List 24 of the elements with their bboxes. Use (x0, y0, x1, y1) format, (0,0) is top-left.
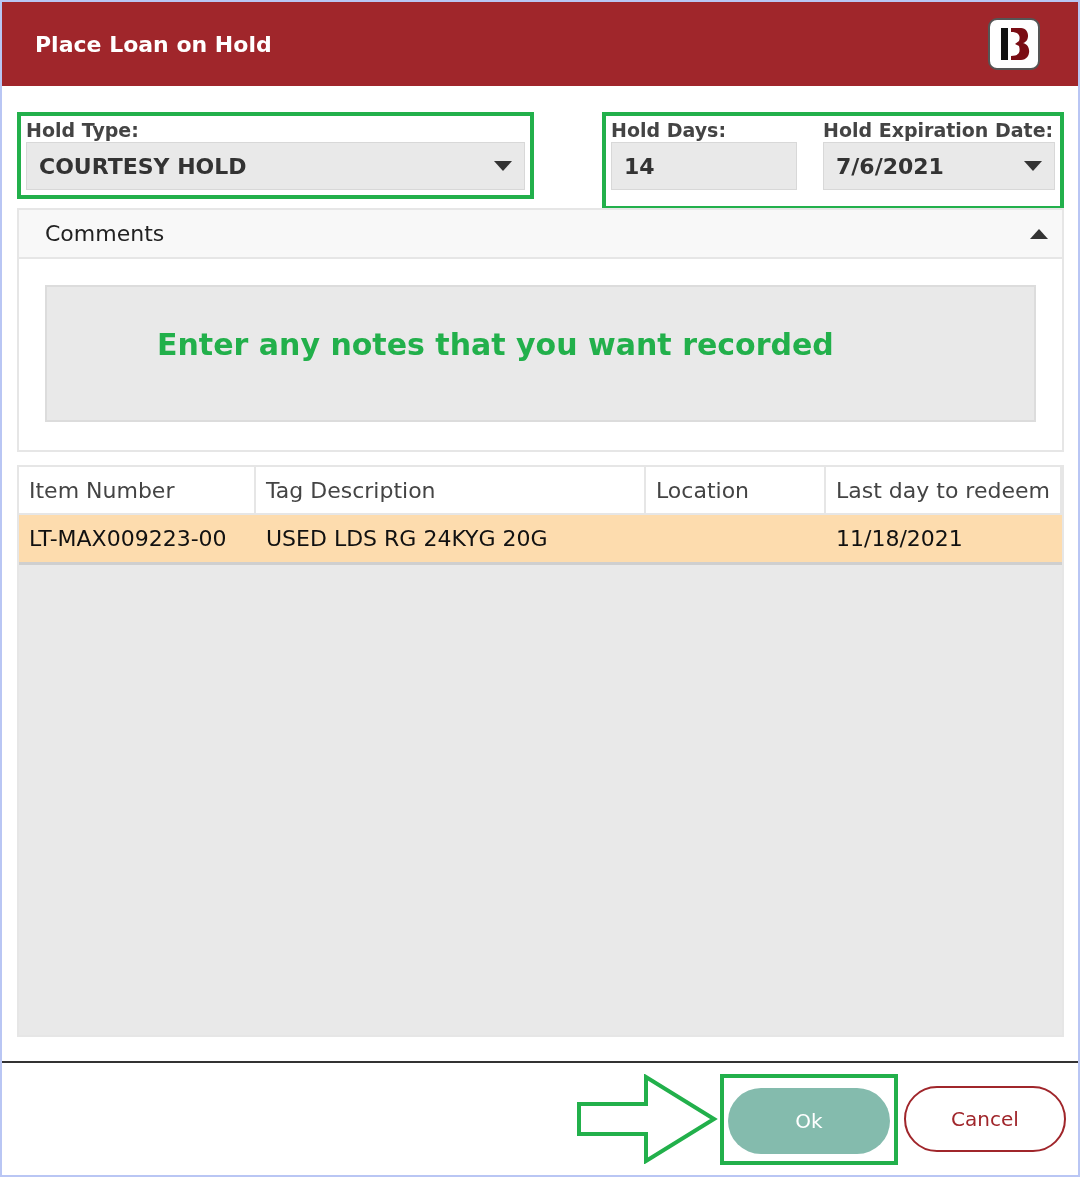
field-label: Hold Expiration Date: (823, 118, 1055, 142)
cancel-button[interactable]: Cancel (904, 1086, 1066, 1152)
hold-type-dropdown[interactable]: COURTESY HOLD (26, 142, 525, 190)
caret-up-icon (1030, 228, 1048, 239)
field-label: Hold Type: (26, 118, 140, 142)
caret-down-icon (494, 161, 512, 171)
table-cell-text: 11/18/2021 (835, 525, 964, 553)
logo-icon (988, 18, 1040, 70)
table-cell-text: LT-MAX009223-00 (28, 525, 228, 553)
window-title: Place Loan on Hold (35, 31, 272, 57)
column-header: Last day to redeem (826, 467, 1062, 513)
annotation-text: Enter any notes that you want recorded (157, 327, 834, 362)
caret-down-icon (1024, 161, 1042, 171)
hold-days-field[interactable]: 14 (611, 142, 797, 190)
arrow-icon (576, 1074, 720, 1164)
table-row[interactable]: LT-MAX009223-00 USED LDS RG 24KYG 20G 11/18/2021 (19, 515, 1062, 565)
column-header: Location (646, 467, 826, 513)
field-label: Hold Days: (611, 118, 727, 142)
column-header: Tag Description (256, 467, 646, 513)
panel-header[interactable]: Comments (19, 210, 1062, 259)
date-dropdown[interactable]: 7/6/2021 (823, 142, 1055, 190)
column-header: Item Number (19, 467, 256, 513)
table-cell-text: USED LDS RG 24KYG 20G (265, 525, 549, 553)
panel-title: Comments (45, 221, 165, 246)
